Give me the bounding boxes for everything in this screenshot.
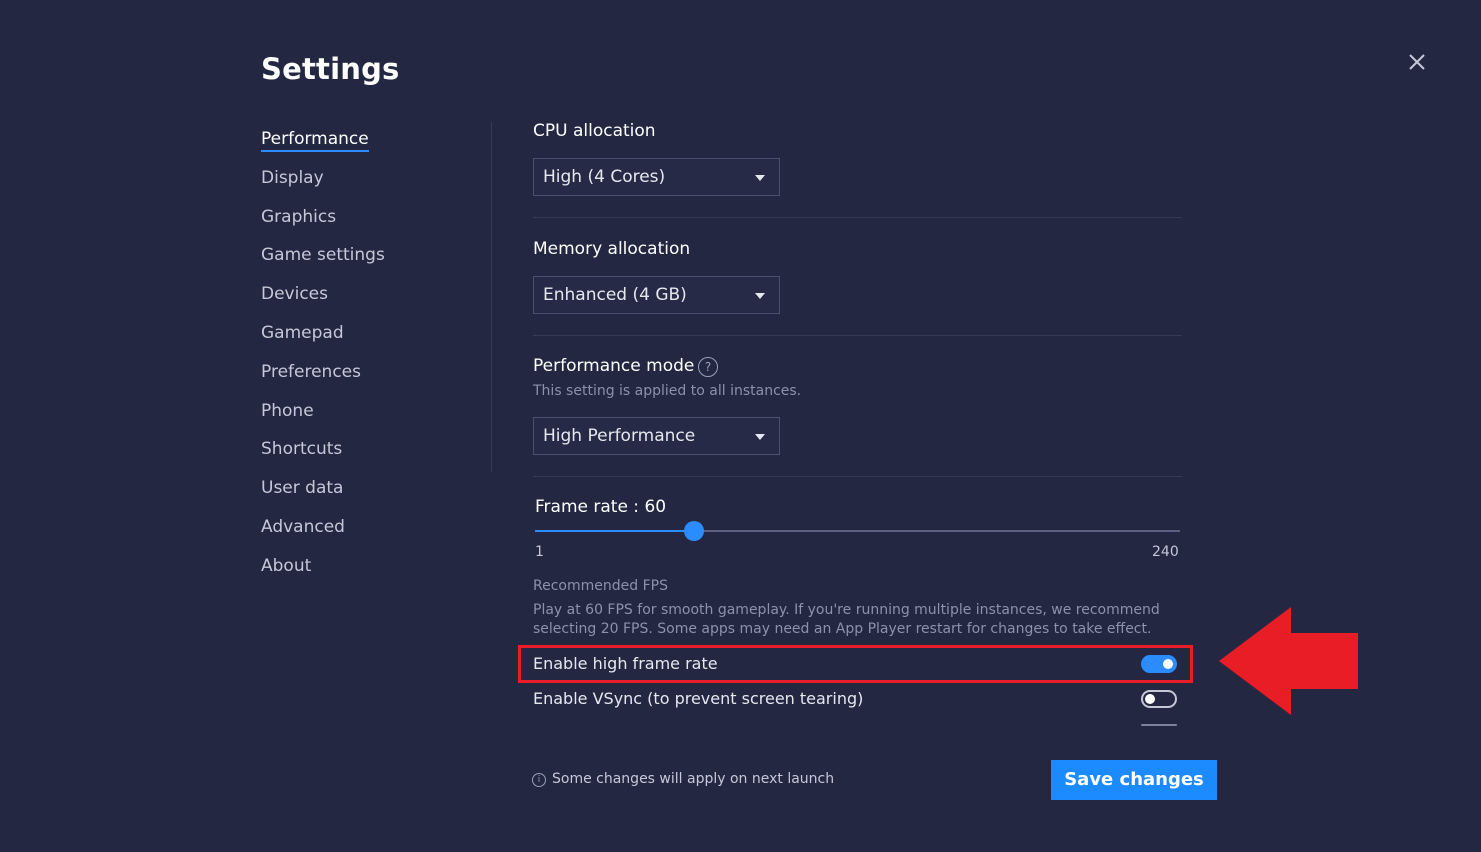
frame-rate-slider-fill xyxy=(535,530,695,532)
nav-item-label: Display xyxy=(261,167,324,188)
footer-note-text: Some changes will apply on next launch xyxy=(552,771,835,787)
nav-item-label: Performance xyxy=(261,129,369,152)
section-divider xyxy=(533,217,1182,218)
vsync-label: Enable VSync (to prevent screen tearing) xyxy=(533,689,864,708)
partially-hidden-toggle xyxy=(1141,724,1177,726)
nav-item-label: Advanced xyxy=(261,516,345,537)
performance-mode-value: High Performance xyxy=(543,426,696,446)
toggle-knob xyxy=(1145,694,1155,704)
section-divider xyxy=(533,476,1182,477)
nav-item-gamepad[interactable]: Gamepad xyxy=(261,321,461,360)
vsync-toggle[interactable] xyxy=(1141,690,1177,708)
recommended-fps-description: Play at 60 FPS for smooth gameplay. If y… xyxy=(533,602,1160,637)
nav-item-label: Preferences xyxy=(261,361,361,382)
close-icon[interactable] xyxy=(1404,49,1430,75)
caret-down-icon xyxy=(755,175,765,181)
frame-rate-slider-thumb[interactable] xyxy=(684,521,705,541)
nav-item-about[interactable]: About xyxy=(261,554,461,593)
performance-mode-dropdown[interactable]: High Performance xyxy=(533,417,780,455)
section-divider xyxy=(533,335,1182,336)
nav-item-phone[interactable]: Phone xyxy=(261,399,461,438)
nav-item-game-settings[interactable]: Game settings xyxy=(261,243,461,282)
nav-item-advanced[interactable]: Advanced xyxy=(261,515,461,554)
save-changes-button[interactable]: Save changes xyxy=(1051,760,1217,800)
memory-allocation-value: Enhanced (4 GB) xyxy=(543,285,687,305)
nav-item-label: Phone xyxy=(261,400,314,421)
nav-item-label: Game settings xyxy=(261,245,385,266)
help-icon[interactable]: ? xyxy=(698,357,718,377)
nav-item-performance[interactable]: Performance xyxy=(261,127,461,166)
info-icon: i xyxy=(532,773,546,787)
caret-down-icon xyxy=(755,293,765,299)
settings-sidebar: Performance Display Graphics Game settin… xyxy=(261,127,461,593)
nav-item-label: User data xyxy=(261,478,344,499)
memory-allocation-label: Memory allocation xyxy=(533,239,691,259)
sidebar-divider xyxy=(491,122,492,472)
frame-rate-max-label: 240 xyxy=(1152,544,1179,560)
nav-item-graphics[interactable]: Graphics xyxy=(261,205,461,244)
nav-item-user-data[interactable]: User data xyxy=(261,476,461,515)
nav-item-label: Graphics xyxy=(261,206,337,227)
frame-rate-slider[interactable] xyxy=(535,521,1180,541)
memory-allocation-dropdown[interactable]: Enhanced (4 GB) xyxy=(533,276,780,314)
cpu-allocation-dropdown[interactable]: High (4 Cores) xyxy=(533,158,780,196)
cpu-allocation-value: High (4 Cores) xyxy=(543,167,666,187)
nav-item-devices[interactable]: Devices xyxy=(261,282,461,321)
nav-item-shortcuts[interactable]: Shortcuts xyxy=(261,437,461,476)
footer-note: i Some changes will apply on next launch xyxy=(532,771,834,787)
frame-rate-label: Frame rate : 60 xyxy=(535,497,667,517)
nav-item-label: Gamepad xyxy=(261,322,344,343)
nav-item-display[interactable]: Display xyxy=(261,166,461,205)
caret-down-icon xyxy=(755,434,765,440)
frame-rate-min-label: 1 xyxy=(535,544,544,560)
nav-item-preferences[interactable]: Preferences xyxy=(261,360,461,399)
cpu-allocation-label: CPU allocation xyxy=(533,121,656,141)
red-arrow-icon xyxy=(1219,607,1358,715)
recommended-fps-title: Recommended FPS xyxy=(533,578,668,594)
nav-item-label: Devices xyxy=(261,284,328,305)
page-title: Settings xyxy=(261,52,400,86)
nav-item-label: About xyxy=(261,555,312,576)
highlight-annotation-box xyxy=(518,645,1193,683)
performance-mode-label: Performance mode xyxy=(533,356,695,376)
performance-mode-note: This setting is applied to all instances… xyxy=(533,383,802,399)
nav-item-label: Shortcuts xyxy=(261,439,343,460)
